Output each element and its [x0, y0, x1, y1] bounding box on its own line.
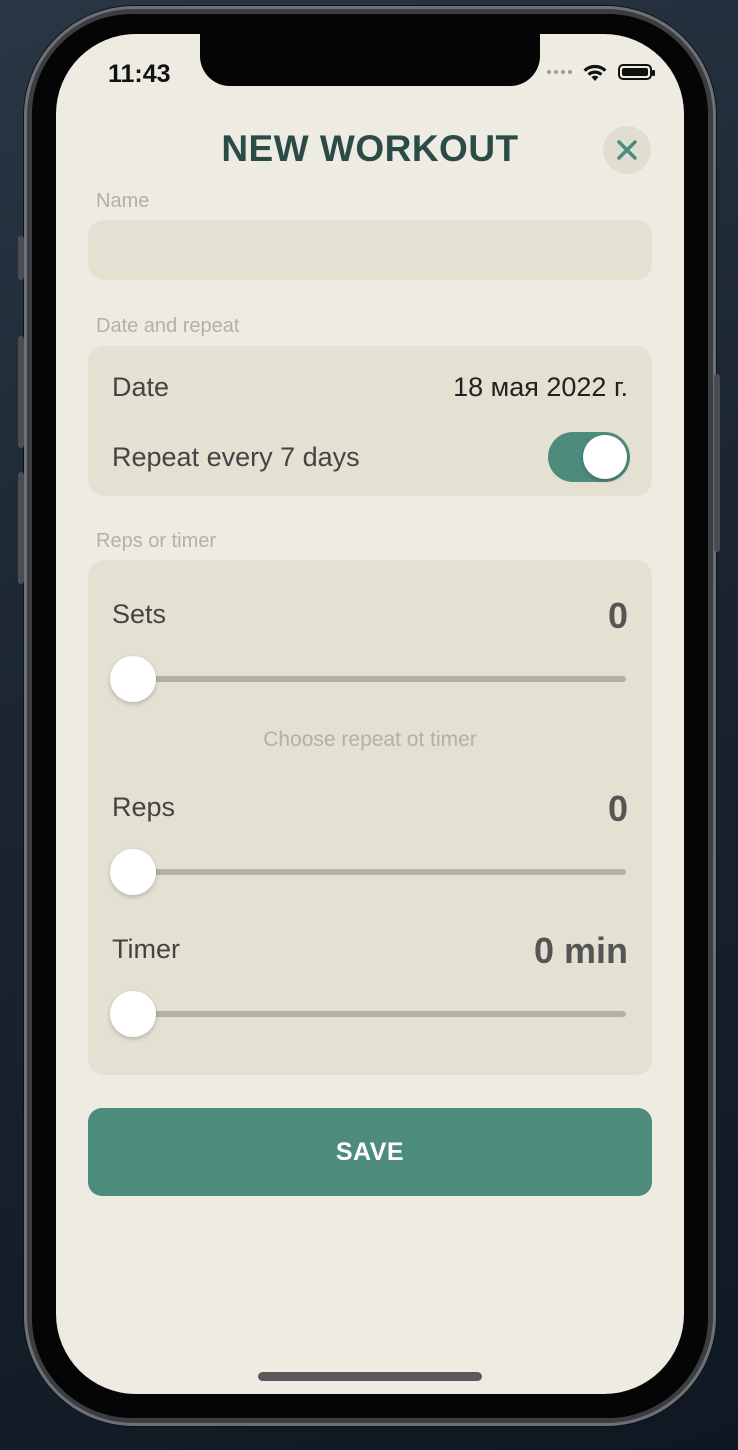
timer-slider[interactable]: [112, 1011, 626, 1017]
date-repeat-card: Date 18 мая 2022 г. Repeat every 7 days: [88, 346, 652, 496]
date-label: Date: [112, 372, 170, 402]
sets-slider[interactable]: [112, 676, 626, 682]
reps-label: Reps: [112, 792, 176, 822]
close-icon: [617, 140, 637, 160]
status-icons: [547, 62, 655, 82]
timer-label: Timer: [112, 934, 180, 964]
timer-value: 0 min: [533, 930, 628, 971]
wifi-icon: [583, 64, 607, 81]
reps-value: 0: [607, 788, 628, 829]
name-input[interactable]: [88, 220, 652, 280]
page-title: NEW WORKOUT: [221, 128, 519, 169]
date-section-label: Date and repeat: [96, 315, 240, 337]
sets-value: 0: [607, 595, 628, 636]
hint-text: Choose repeat ot timer: [263, 728, 477, 751]
mute-switch: [18, 236, 24, 280]
volume-down-button: [18, 472, 24, 584]
power-button: [714, 374, 720, 552]
cellular-signal-icon: [547, 70, 572, 74]
volume-up-button: [18, 336, 24, 448]
close-button[interactable]: [603, 126, 651, 174]
reps-slider-thumb[interactable]: [110, 849, 156, 895]
toggle-knob: [583, 435, 627, 479]
timer-slider-thumb[interactable]: [110, 991, 156, 1037]
home-indicator[interactable]: [258, 1372, 482, 1381]
repeat-label: Repeat every 7 days: [112, 442, 360, 472]
repeat-toggle[interactable]: [548, 432, 630, 482]
name-section-label: Name: [96, 190, 150, 212]
sets-label: Sets: [112, 599, 167, 629]
sets-slider-thumb[interactable]: [110, 656, 156, 702]
battery-icon: [618, 64, 655, 80]
save-button[interactable]: SAVE: [88, 1108, 652, 1196]
reps-section-label: Reps or timer: [96, 530, 217, 552]
notch: [200, 34, 540, 86]
reps-slider[interactable]: [112, 869, 626, 875]
reps-timer-card: Sets 0 Choose repeat ot timer Reps 0 Tim…: [88, 560, 652, 1075]
date-picker-value[interactable]: 18 мая 2022 г.: [453, 372, 628, 403]
app-screen: 11:43 NEW WORKOUT Name Date and repeat D…: [56, 34, 684, 1394]
status-time: 11:43: [108, 60, 171, 88]
